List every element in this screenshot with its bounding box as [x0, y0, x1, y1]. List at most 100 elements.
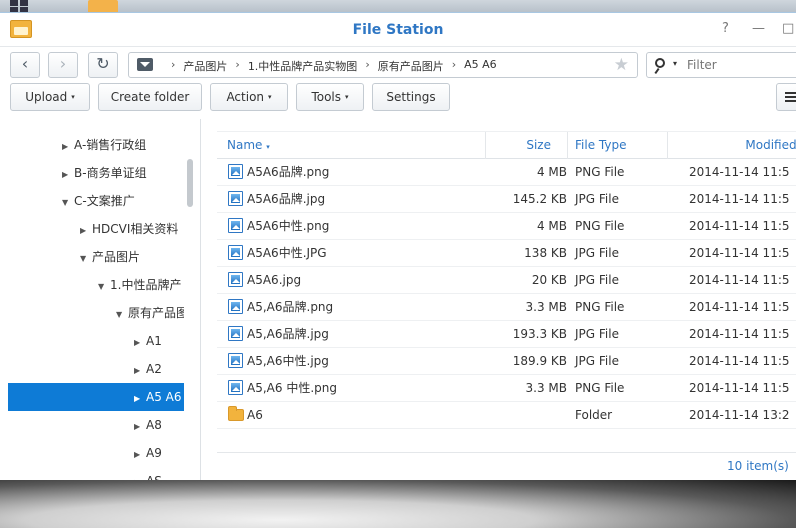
file-name: A5,A6品牌.jpg — [247, 327, 329, 341]
file-size: 145.2 KB — [512, 192, 567, 206]
navigation-bar: ‹ › ↻ › 产品图片 › 1.中性品牌产品实物图 › 原有产品图片 › A5… — [0, 47, 796, 83]
tree-item-label: C-文案推广 — [74, 194, 135, 208]
column-header-name[interactable]: Name ▾ — [227, 132, 270, 159]
folder-tree: ▶ A-销售行政组 ▶ B-商务单证组 ▼ C-文案推广 ▶ HDCVI相关资料 ▼ 产品… — [0, 119, 196, 480]
table-row[interactable]: A5A6中性.png 4 MB PNG File 2014-11-14 11:5 — [217, 213, 796, 240]
tree-item[interactable]: ▼ 1.中性品牌产 — [0, 271, 184, 299]
collapse-arrow-icon[interactable]: ▼ — [80, 245, 92, 271]
main-menu-icon[interactable] — [8, 0, 32, 12]
view-mode-button[interactable] — [776, 83, 796, 111]
tree-scrollbar[interactable] — [187, 159, 193, 207]
collapse-arrow-icon[interactable]: ▼ — [98, 273, 110, 299]
file-name: A6 — [247, 408, 263, 422]
image-file-icon — [228, 191, 243, 206]
window-title: File Station — [352, 22, 444, 38]
table-row[interactable]: A5,A6 中性.png 3.3 MB PNG File 2014-11-14 … — [217, 375, 796, 402]
back-button[interactable]: ‹ — [10, 52, 40, 78]
file-name: A5,A6中性.jpg — [247, 354, 329, 368]
tree-item[interactable]: ▼ C-文案推广 — [0, 187, 184, 215]
search-icon[interactable] — [654, 56, 670, 75]
breadcrumb-separator: › — [171, 58, 176, 71]
breadcrumb-item[interactable]: A5 A6 — [464, 58, 497, 74]
tree-item[interactable]: ▶ A2 — [0, 355, 184, 383]
tree-item[interactable]: ▶ A9 — [0, 439, 184, 467]
file-name: A5,A6 中性.png — [247, 381, 337, 395]
tree-item[interactable]: ▶ B-商务单证组 — [0, 159, 184, 187]
upload-label: Upload — [25, 90, 68, 104]
tree-item[interactable]: ▶ HDCVI相关资料 — [0, 215, 184, 243]
column-header-modified[interactable]: Modified Da — [667, 132, 796, 159]
table-row[interactable]: A5A6中性.JPG 138 KB JPG File 2014-11-14 11… — [217, 240, 796, 267]
tree-item-label: 原有产品图 — [128, 306, 184, 320]
minimize-button[interactable]: — — [752, 21, 765, 36]
folder-dropdown-icon[interactable] — [137, 58, 153, 71]
column-header-size[interactable]: Size — [485, 132, 567, 159]
forward-button[interactable]: › — [48, 52, 78, 78]
path-bar[interactable]: › 产品图片 › 1.中性品牌产品实物图 › 原有产品图片 › A5 A6 ★ — [128, 52, 638, 78]
table-row[interactable]: A5,A6品牌.png 3.3 MB PNG File 2014-11-14 1… — [217, 294, 796, 321]
filter-box[interactable]: ▾ — [646, 52, 796, 78]
tree-item[interactable]: ▼ 产品图片 — [0, 243, 184, 271]
file-modified: 2014-11-14 11:5 — [689, 327, 790, 341]
tree-item-selected[interactable]: ▶ A5 A6 — [8, 383, 184, 411]
expand-arrow-icon[interactable]: ▶ — [134, 441, 146, 467]
column-header-type[interactable]: File Type — [567, 132, 667, 159]
file-size: 138 KB — [524, 246, 567, 260]
file-size — [485, 402, 567, 428]
desktop-taskbar — [0, 0, 796, 12]
file-name: A5A6品牌.png — [247, 165, 330, 179]
tree-item-label: A1 — [146, 334, 162, 348]
tree-item[interactable]: ▶ A-销售行政组 — [0, 131, 184, 159]
file-name: A5,A6品牌.png — [247, 300, 334, 314]
image-file-icon — [228, 164, 243, 179]
tools-button[interactable]: Tools ▾ — [296, 83, 364, 111]
table-row[interactable]: A6 Folder 2014-11-14 13:2 — [217, 402, 796, 429]
expand-arrow-icon[interactable]: ▶ — [134, 385, 146, 411]
table-row[interactable]: A5,A6中性.jpg 189.9 KB JPG File 2014-11-14… — [217, 348, 796, 375]
filter-input[interactable] — [687, 57, 787, 73]
collapse-arrow-icon[interactable]: ▼ — [62, 189, 74, 215]
tree-item-label: B-商务单证组 — [74, 166, 147, 180]
expand-arrow-icon[interactable]: ▶ — [80, 217, 92, 243]
file-modified: 2014-11-14 11:5 — [689, 219, 790, 233]
file-modified: 2014-11-14 11:5 — [689, 246, 790, 260]
image-file-icon — [228, 353, 243, 368]
file-size: 3.3 MB — [525, 381, 567, 395]
breadcrumb-item[interactable]: 1.中性品牌产品实物图 — [248, 58, 358, 74]
maximize-button[interactable]: □ — [782, 21, 794, 36]
filter-dropdown-caret[interactable]: ▾ — [673, 59, 677, 68]
help-button[interactable]: ? — [722, 21, 729, 36]
table-row[interactable]: A5A6品牌.jpg 145.2 KB JPG File 2014-11-14 … — [217, 186, 796, 213]
table-row[interactable]: A5A6品牌.png 4 MB PNG File 2014-11-14 11:5 — [217, 159, 796, 186]
table-row[interactable]: A5,A6品牌.jpg 193.3 KB JPG File 2014-11-14… — [217, 321, 796, 348]
tree-item[interactable]: ▶ A8 — [0, 411, 184, 439]
file-station-window: File Station ? — □ ‹ › ↻ › 产品图片 › 1.中性品牌… — [0, 12, 796, 480]
create-folder-button[interactable]: Create folder — [98, 83, 202, 111]
breadcrumb-separator: › — [451, 58, 457, 71]
tree-item[interactable]: ▼ 原有产品图 — [0, 299, 184, 327]
pane-divider[interactable] — [200, 119, 201, 480]
expand-arrow-icon[interactable]: ▶ — [134, 469, 146, 480]
collapse-arrow-icon[interactable]: ▼ — [116, 301, 128, 327]
expand-arrow-icon[interactable]: ▶ — [62, 133, 74, 159]
action-button[interactable]: Action ▾ — [210, 83, 288, 111]
file-modified: 2014-11-14 11:5 — [689, 165, 790, 179]
tree-item-label: A9 — [146, 446, 162, 460]
file-name: A5A6.jpg — [247, 273, 302, 287]
tree-item[interactable]: ▶ A1 — [0, 327, 184, 355]
tree-item[interactable]: ▶AS — [0, 467, 184, 480]
file-list: Name ▾ Size File Type Modified Da A5A6品牌… — [217, 119, 796, 480]
expand-arrow-icon[interactable]: ▶ — [134, 413, 146, 439]
expand-arrow-icon[interactable]: ▶ — [134, 329, 146, 355]
upload-button[interactable]: Upload ▾ — [10, 83, 90, 111]
file-name: A5A6中性.png — [247, 219, 330, 233]
expand-arrow-icon[interactable]: ▶ — [134, 357, 146, 383]
file-station-taskbar-icon[interactable] — [88, 0, 118, 12]
expand-arrow-icon[interactable]: ▶ — [62, 161, 74, 187]
table-row[interactable]: A5A6.jpg 20 KB JPG File 2014-11-14 11:5 — [217, 267, 796, 294]
breadcrumb-item[interactable]: 产品图片 — [183, 58, 227, 74]
breadcrumb-item[interactable]: 原有产品图片 — [378, 58, 444, 74]
settings-button[interactable]: Settings — [372, 83, 450, 111]
favorite-star-icon[interactable]: ★ — [614, 55, 629, 75]
refresh-button[interactable]: ↻ — [88, 52, 118, 78]
